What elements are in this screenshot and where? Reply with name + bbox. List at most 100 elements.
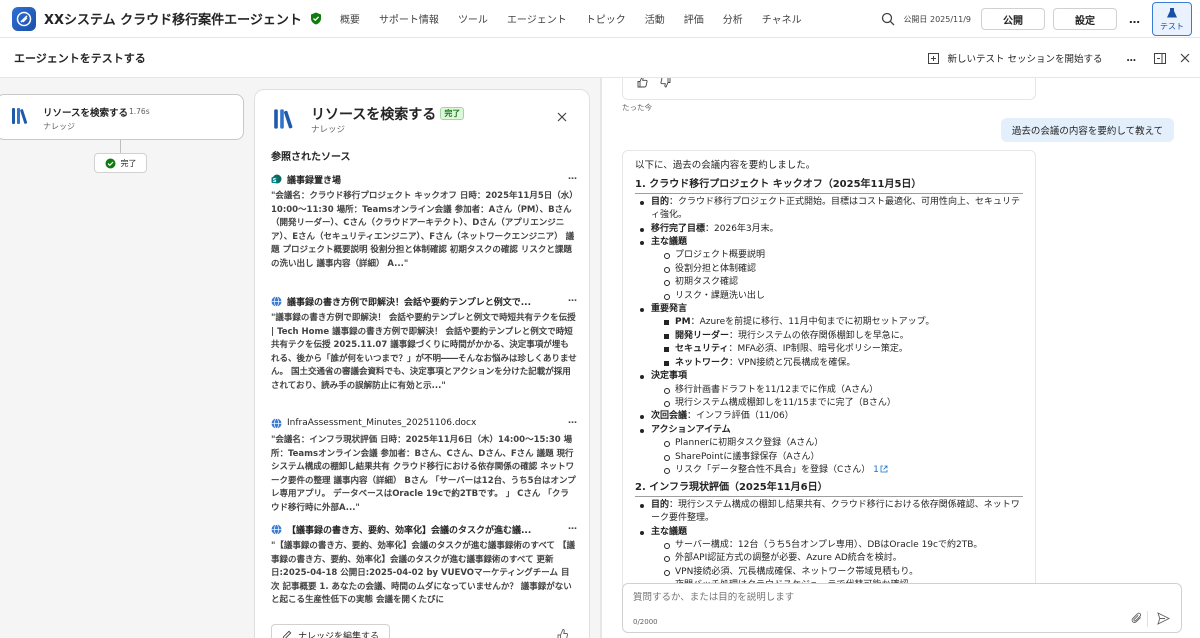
source-more-button[interactable]: … xyxy=(568,522,577,532)
response-intro: 以下に、過去の会議内容を要約しました。 xyxy=(635,160,816,171)
source-more-button[interactable]: … xyxy=(568,172,577,182)
external-link-icon[interactable] xyxy=(880,465,888,473)
nav-tools[interactable]: ツール xyxy=(458,11,488,26)
item-key: 目的 xyxy=(651,196,670,207)
list-item: リスク・課題洗い出し xyxy=(635,290,1023,303)
search-resources-node[interactable]: リソースを検索する 1.76s ナレッジ xyxy=(0,94,244,140)
check-circle-icon xyxy=(105,158,115,168)
test-more-button[interactable]: … xyxy=(1127,53,1137,64)
item-value: ：Azureを前提に移行、11月中旬までに初期セットアップ。 xyxy=(690,317,935,328)
nav-support-info[interactable]: サポート情報 xyxy=(379,11,439,26)
status-badge: 完了 xyxy=(440,107,465,120)
nav-activity[interactable]: 活動 xyxy=(645,11,665,26)
list-item: 重要発言 xyxy=(635,303,1023,316)
source-item[interactable]: 【議事録の書き方、要約、効率化】会議のタスクが進む議... … "【議事録の書き… xyxy=(271,522,577,608)
layout-toggle-icon[interactable] xyxy=(1154,52,1166,64)
knowledge-books-icon xyxy=(273,108,297,130)
send-icon[interactable] xyxy=(1157,612,1170,625)
feedback-icon[interactable] xyxy=(557,628,573,638)
node-subtitle: ナレッジ xyxy=(43,122,75,131)
bot-response: 以下に、過去の会議内容を要約しました。 1. クラウド移行プロジェクト キックオ… xyxy=(622,150,1036,590)
nav-topics[interactable]: トピック xyxy=(586,11,626,26)
list-item: サーバー構成：12台（うち5台オンプレ専用）、DBはOracle 19cで約2T… xyxy=(635,539,1023,552)
nav-channels[interactable]: チャネル xyxy=(762,11,802,26)
activity-canvas: リソースを検索する 1.76s ナレッジ 完了 リソースを検索する 完了 ナレッジ… xyxy=(0,78,600,638)
char-counter: 0/2000 xyxy=(633,618,658,626)
item-key: ネットワーク xyxy=(675,357,730,368)
list-item: プロジェクト概要説明 xyxy=(635,249,1023,262)
new-session-icon[interactable] xyxy=(928,52,940,64)
done-status: 完了 xyxy=(94,153,147,173)
list-item: 主な議題 xyxy=(635,236,1023,249)
item-value: ：クラウド移行プロジェクト正式開始。目標はコスト最適化、可用性向上、セキュリティ… xyxy=(651,196,1021,221)
item-value: ：VPN接続と冗長構成を確保。 xyxy=(729,357,856,368)
nav-evaluation[interactable]: 評価 xyxy=(684,11,704,26)
published-date: 公開日 2025/11/9 xyxy=(903,14,971,24)
globe-icon xyxy=(271,523,282,535)
sharepoint-icon: S xyxy=(271,174,282,185)
edit-knowledge-label: ナレッジを編集する xyxy=(298,631,380,638)
source-item[interactable]: S 議事録置き場 … "会議名：クラウド移行プロジェクト キックオフ 日時：20… xyxy=(271,172,577,271)
search-icon[interactable] xyxy=(881,12,895,26)
thumbs-up-icon[interactable] xyxy=(637,78,649,88)
app-title: XXシステム クラウド移行案件エージェント xyxy=(44,13,302,28)
referenced-sources-heading: 参照されたソース xyxy=(271,152,351,163)
chat-panel: たった今 過去の会議の内容を要約して教えて 以下に、過去の会議内容を要約しました… xyxy=(600,78,1200,638)
source-more-button[interactable]: … xyxy=(568,416,577,426)
more-options-button[interactable]: … xyxy=(1129,13,1140,26)
source-more-button[interactable]: … xyxy=(568,294,577,304)
item-value: ：MFA必須、IP制限、暗号化ポリシー策定。 xyxy=(728,344,908,355)
panel-title-text: リソースを検索する xyxy=(311,107,437,123)
source-excerpt: "会議名：クラウド移行プロジェクト キックオフ 日時：2025年11月5日（水）… xyxy=(271,191,575,269)
close-icon[interactable] xyxy=(557,112,567,122)
item-value: ：現行システム構成の棚卸し結果共有、クラウド移行における依存関係確認、ネットワー… xyxy=(651,499,1020,524)
nav-agents[interactable]: エージェント xyxy=(507,11,567,26)
thumbs-down-icon[interactable] xyxy=(659,78,671,88)
chat-input-box[interactable]: 0/2000 xyxy=(622,583,1182,633)
publish-button[interactable]: 公開 xyxy=(981,8,1045,30)
source-title: InfraAssessment_Minutes_20251106.docx xyxy=(287,418,477,428)
test-button[interactable]: テスト xyxy=(1152,2,1192,36)
list-item: VPN接続必須、冗長構成確保、ネットワーク帯域見積もり。 xyxy=(635,566,1023,579)
message-timestamp: たった今 xyxy=(622,103,652,112)
settings-button[interactable]: 設定 xyxy=(1053,8,1117,30)
list-item: 決定事項 xyxy=(635,370,1023,383)
item-key: 開発リーダー xyxy=(675,330,730,341)
list-item: Plannerに初期タスク登録（Aさん） xyxy=(635,437,1023,450)
source-title: 議事録置き場 xyxy=(287,175,342,186)
item-value: ：2026年3月末。 xyxy=(705,223,779,234)
pencil-icon xyxy=(282,630,292,638)
new-session-button[interactable]: 新しいテスト セッションを開始する xyxy=(947,51,1102,65)
chat-input[interactable] xyxy=(633,592,1113,603)
source-title: 議事録の書き方例で即解決！会話や要約テンプレと例文で... xyxy=(287,297,531,308)
splitter[interactable] xyxy=(600,78,602,638)
previous-bot-message xyxy=(622,78,1036,100)
nav-analytics[interactable]: 分析 xyxy=(723,11,743,26)
edit-knowledge-button[interactable]: ナレッジを編集する xyxy=(271,624,391,638)
citation-link[interactable]: 1 xyxy=(873,465,879,475)
list-item: セキュリティ：MFA必須、IP制限、暗号化ポリシー策定。 xyxy=(635,343,1023,356)
list-item: 主な議題 xyxy=(635,526,1023,539)
item-key: 移行完了目標 xyxy=(651,223,706,234)
test-button-label: テスト xyxy=(1160,21,1184,31)
item-key: PM xyxy=(675,317,691,328)
flow-connector xyxy=(120,140,121,154)
source-item[interactable]: InfraAssessment_Minutes_20251106.docx … … xyxy=(271,416,577,515)
list-item: 移行完了目標：2026年3月末。 xyxy=(635,223,1023,236)
source-title: 【議事録の書き方、要約、効率化】会議のタスクが進む議... xyxy=(287,525,532,536)
item-key: 次回会議 xyxy=(651,411,688,422)
source-item[interactable]: 議事録の書き方例で即解決！会話や要約テンプレと例文で... … "議事録の書き方… xyxy=(271,294,577,393)
test-pane-title: エージェントをテストする xyxy=(14,51,146,65)
node-title: リソースを検索する xyxy=(43,108,129,119)
list-item: SharePointに議事録保存（Aさん） xyxy=(635,451,1023,464)
section-list: 目的：現行システム構成の棚卸し結果共有、クラウド移行における依存関係確認、ネット… xyxy=(635,499,1023,589)
attach-icon[interactable] xyxy=(1131,612,1143,625)
source-excerpt: "議事録の書き方例で即解決！ 会話や要約テンプレと例文で時短共有テクを伝授 | … xyxy=(271,313,577,391)
nav-overview[interactable]: 概要 xyxy=(340,11,360,26)
list-item: 目的：現行システム構成の棚卸し結果共有、クラウド移行における依存関係確認、ネット… xyxy=(635,499,1023,526)
list-item: 外部API認証方式の調整が必要、Azure AD統合を検討。 xyxy=(635,552,1023,565)
close-icon[interactable] xyxy=(1180,53,1190,63)
list-item: 次回会議：インフラ評価（11/06） xyxy=(635,410,1023,423)
list-item: 現行システム構成棚卸しを11/15までに完了（Bさん） xyxy=(635,397,1023,410)
app-logo xyxy=(12,6,36,31)
